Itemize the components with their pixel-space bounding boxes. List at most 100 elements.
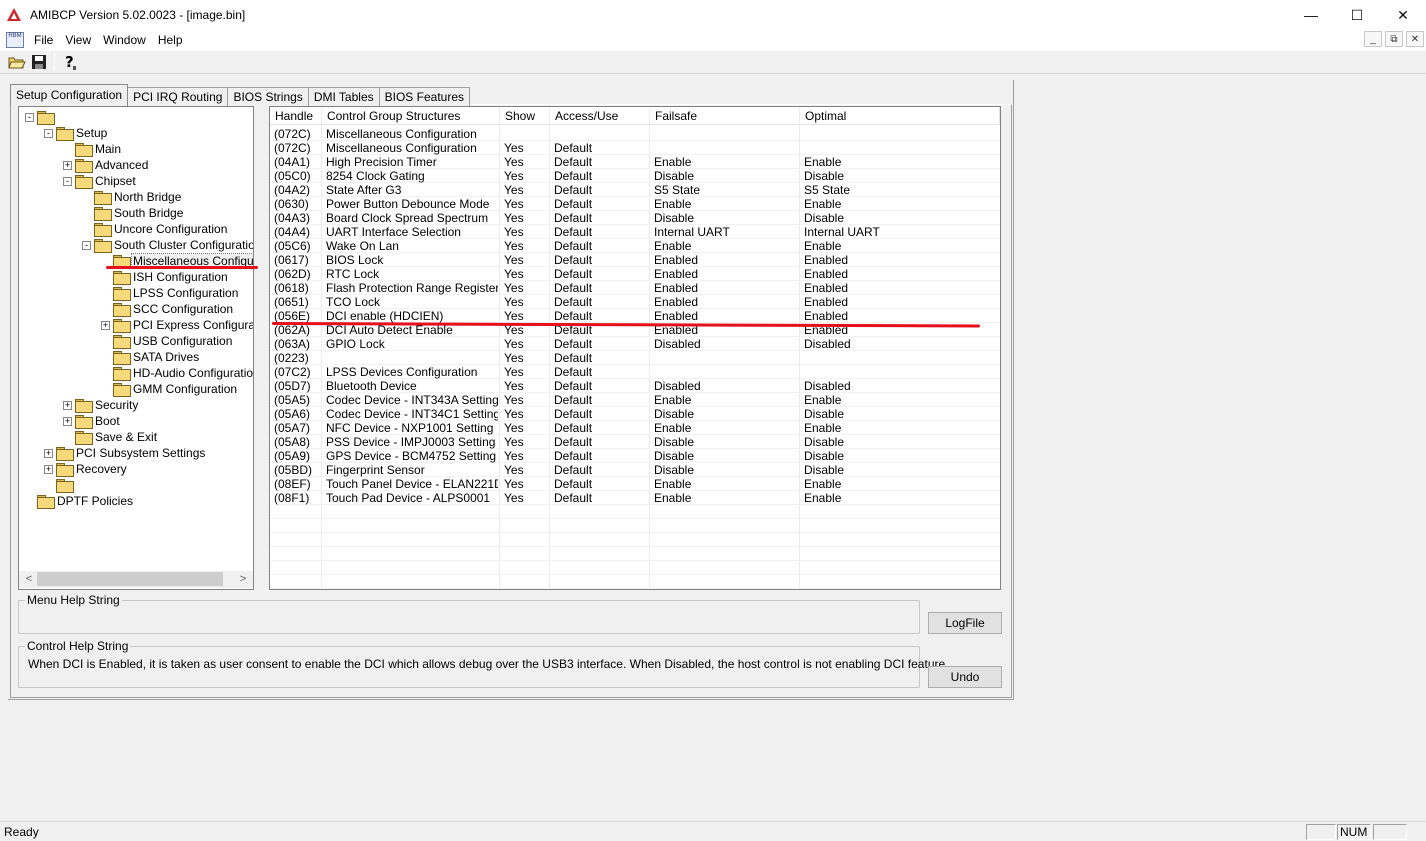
expand-icon[interactable]: + [63, 400, 72, 410]
cell-access-use[interactable]: Default [550, 281, 648, 295]
tree-item[interactable]: SATA Drives [101, 349, 200, 365]
expand-icon[interactable]: + [63, 416, 72, 426]
cell-show[interactable]: Yes [500, 267, 548, 281]
column-header-show[interactable]: Show [500, 107, 550, 125]
tree-item-label[interactable]: USB Configuration [132, 334, 233, 348]
cell-failsafe[interactable]: Enabled [650, 253, 798, 267]
cell-show[interactable]: Yes [500, 169, 548, 183]
cell-optimal[interactable]: Internal UART [800, 225, 998, 239]
tree-item-label[interactable]: HD-Audio Configuration [132, 366, 253, 380]
cell-show[interactable]: Yes [500, 309, 548, 323]
cell-handle[interactable]: (04A2) [270, 183, 320, 197]
cell-failsafe[interactable]: Disable [650, 211, 798, 225]
cell-handle[interactable]: (063A) [270, 337, 320, 351]
cell-failsafe[interactable] [650, 365, 798, 379]
cell-control-group[interactable]: BIOS Lock [322, 253, 498, 267]
cell-access-use[interactable]: Default [550, 211, 648, 225]
tree-item-label[interactable]: North Bridge [113, 190, 182, 204]
tree-item[interactable]: ISH Configuration [101, 269, 229, 285]
cell-optimal[interactable]: Enabled [800, 295, 998, 309]
tree-item-label[interactable]: Security [94, 398, 139, 412]
open-icon[interactable] [6, 52, 28, 72]
cell-control-group[interactable]: RTC Lock [322, 267, 498, 281]
tree-item-label[interactable]: Advanced [94, 158, 149, 172]
cell-handle[interactable]: (05C6) [270, 239, 320, 253]
cell-access-use[interactable]: Default [550, 155, 648, 169]
cell-optimal[interactable]: Enable [800, 393, 998, 407]
cell-failsafe[interactable] [650, 141, 798, 155]
cell-optimal[interactable]: S5 State [800, 183, 998, 197]
cell-control-group[interactable]: Miscellaneous Configuration [322, 141, 498, 155]
tab-dmi-tables[interactable]: DMI Tables [307, 87, 380, 106]
cell-handle[interactable]: (05BD) [270, 463, 320, 477]
column-header-optimal[interactable]: Optimal [800, 107, 1000, 125]
cell-failsafe[interactable]: Enable [650, 155, 798, 169]
cell-optimal[interactable] [800, 127, 998, 141]
tab-pci-irq-routing[interactable]: PCI IRQ Routing [127, 87, 229, 106]
cell-access-use[interactable] [550, 127, 648, 141]
cell-handle[interactable]: (05A5) [270, 393, 320, 407]
cell-show[interactable]: Yes [500, 211, 548, 225]
tree-item[interactable]: USB Configuration [101, 333, 233, 349]
column-header-failsafe[interactable]: Failsafe [650, 107, 800, 125]
cell-show[interactable]: Yes [500, 225, 548, 239]
cell-failsafe[interactable]: Enabled [650, 281, 798, 295]
cell-optimal[interactable]: Enabled [800, 253, 998, 267]
cell-failsafe[interactable]: Enable [650, 393, 798, 407]
tree-item[interactable]: + PCI Subsystem Settings [44, 445, 206, 461]
cell-show[interactable]: Yes [500, 253, 548, 267]
tree-item[interactable]: - Setup [44, 125, 108, 141]
cell-control-group[interactable]: DCI enable (HDCIEN) [322, 309, 498, 323]
cell-failsafe[interactable] [650, 351, 798, 365]
tree-item[interactable]: Uncore Configuration [82, 221, 228, 237]
cell-failsafe[interactable]: Enabled [650, 267, 798, 281]
cell-failsafe[interactable] [650, 127, 798, 141]
mdi-close-button[interactable]: ✕ [1406, 31, 1424, 47]
cell-show[interactable]: Yes [500, 183, 548, 197]
tree-item[interactable]: + PCI Express Configuratio [101, 317, 253, 333]
scroll-right-icon[interactable]: > [235, 572, 251, 587]
cell-failsafe[interactable]: Internal UART [650, 225, 798, 239]
cell-access-use[interactable]: Default [550, 197, 648, 211]
help-icon[interactable]: ? [59, 52, 81, 72]
cell-failsafe[interactable]: Disable [650, 407, 798, 421]
tree-item[interactable]: South Bridge [82, 205, 184, 221]
cell-show[interactable]: Yes [500, 155, 548, 169]
cell-access-use[interactable]: Default [550, 491, 648, 505]
setup-tree[interactable]: - - Setup Main + Advanced - Chipset North Bridge… [18, 106, 254, 590]
cell-control-group[interactable]: 8254 Clock Gating [322, 169, 498, 183]
cell-control-group[interactable]: Miscellaneous Configuration [322, 127, 498, 141]
tree-item[interactable]: Main [63, 141, 122, 157]
mdi-restore-button[interactable]: ⧉ [1385, 31, 1403, 47]
tab-bios-features[interactable]: BIOS Features [378, 87, 470, 106]
cell-optimal[interactable] [800, 365, 998, 379]
cell-failsafe[interactable]: Enable [650, 491, 798, 505]
cell-failsafe[interactable]: Disabled [650, 379, 798, 393]
cell-handle[interactable]: (05D7) [270, 379, 320, 393]
cell-show[interactable]: Yes [500, 197, 548, 211]
cell-failsafe[interactable]: Enable [650, 421, 798, 435]
cell-handle[interactable]: (08F1) [270, 491, 320, 505]
tree-item[interactable]: - South Cluster Configuration [82, 237, 253, 253]
cell-access-use[interactable]: Default [550, 393, 648, 407]
tree-item[interactable]: HD-Audio Configuration [101, 365, 253, 381]
cell-handle[interactable]: (05A8) [270, 435, 320, 449]
cell-access-use[interactable]: Default [550, 239, 648, 253]
cell-failsafe[interactable]: Disable [650, 435, 798, 449]
cell-optimal[interactable]: Disable [800, 449, 998, 463]
menu-help[interactable]: Help [154, 33, 191, 47]
cell-optimal[interactable]: Enable [800, 239, 998, 253]
collapse-icon[interactable]: - [82, 240, 91, 250]
expand-icon[interactable]: + [101, 320, 110, 330]
cell-optimal[interactable]: Enable [800, 491, 998, 505]
cell-failsafe[interactable]: Disable [650, 169, 798, 183]
undo-button[interactable]: Undo [928, 666, 1002, 688]
tree-item[interactable]: GMM Configuration [101, 381, 238, 397]
cell-access-use[interactable]: Default [550, 253, 648, 267]
cell-optimal[interactable]: Enable [800, 197, 998, 211]
tree-item[interactable]: SCC Configuration [101, 301, 234, 317]
tree-item-label[interactable]: Main [94, 142, 122, 156]
cell-control-group[interactable]: TCO Lock [322, 295, 498, 309]
mdi-minimize-button[interactable]: _ [1364, 31, 1382, 47]
cell-show[interactable]: Yes [500, 365, 548, 379]
